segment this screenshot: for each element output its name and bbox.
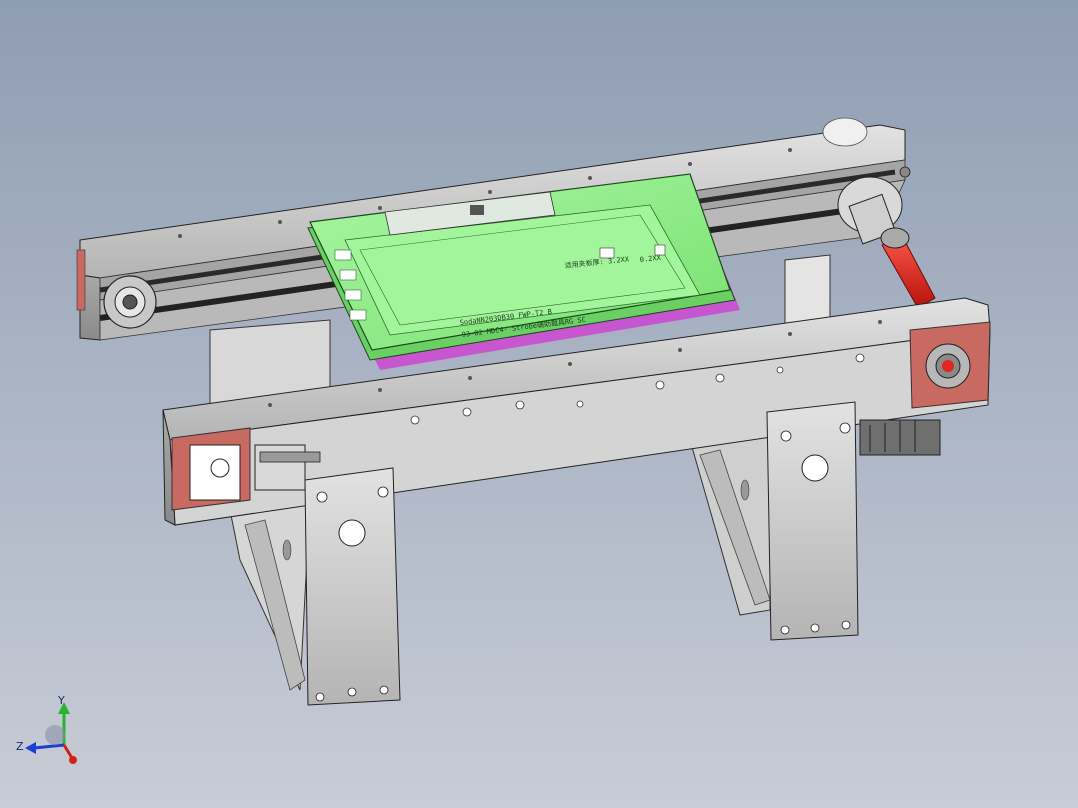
coordinate-triad-icon[interactable]: Y Z: [16, 694, 77, 764]
cable-chain: [859, 419, 941, 456]
z-axis-label: Z: [16, 740, 24, 753]
y-axis-label: Y: [57, 694, 65, 707]
conveyor-assembly-model[interactable]: 适用夹板厚: 3.2XX 0.2XX SodaNN203DB30 FWP-T2 …: [0, 0, 1078, 808]
cad-viewport[interactable]: 适用夹板厚: 3.2XX 0.2XX SodaNN203DB30 FWP-T2 …: [0, 0, 1078, 808]
